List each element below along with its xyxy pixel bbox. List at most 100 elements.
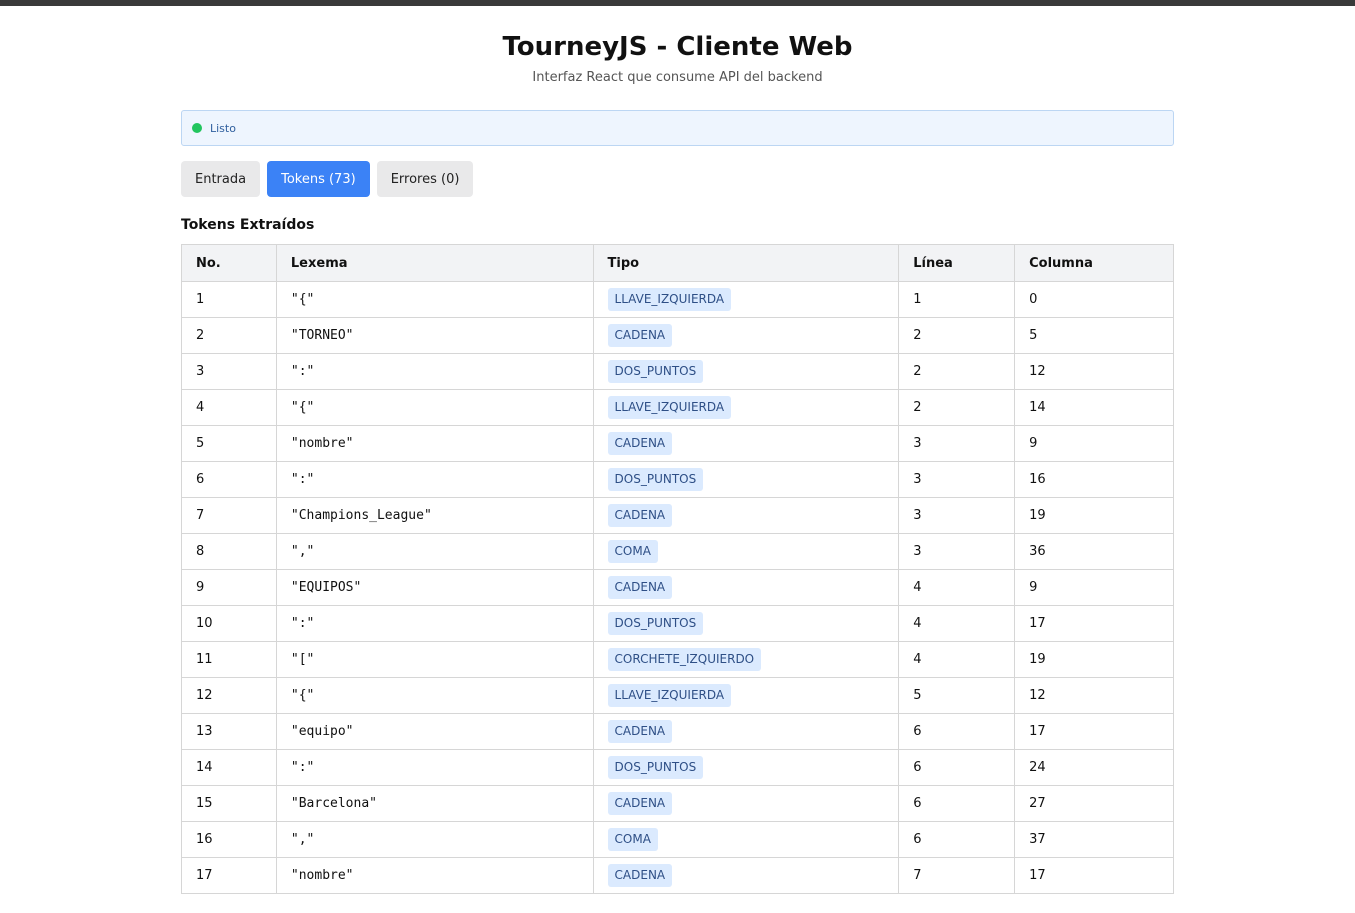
token-type-badge: CADENA — [607, 432, 673, 455]
cell-linea: 5 — [898, 677, 1016, 714]
cell-tipo: CADENA — [592, 497, 900, 534]
cell-columna: 17 — [1014, 605, 1174, 642]
token-type-badge: CADENA — [607, 576, 673, 599]
cell-columna: 12 — [1014, 353, 1174, 390]
table-row: 11 "[" CORCHETE_IZQUIERDO 4 19 — [181, 641, 1174, 678]
cell-linea: 3 — [898, 425, 1016, 462]
cell-tipo: COMA — [592, 821, 900, 858]
cell-tipo: CADENA — [592, 569, 900, 606]
cell-no: 7 — [181, 497, 277, 534]
token-type-badge: LLAVE_IZQUIERDA — [607, 684, 732, 707]
cell-no: 3 — [181, 353, 277, 390]
cell-lexema: "Champions_League" — [275, 497, 594, 534]
column-header-lexema: Lexema — [275, 244, 594, 282]
cell-lexema: "nombre" — [275, 425, 594, 462]
cell-linea: 2 — [898, 389, 1016, 426]
page-subtitle: Interfaz React que consume API del backe… — [532, 70, 823, 85]
cell-columna: 9 — [1014, 425, 1174, 462]
cell-lexema: "equipo" — [275, 713, 594, 750]
cell-no: 14 — [181, 749, 277, 786]
cell-no: 11 — [181, 641, 277, 678]
cell-columna: 5 — [1014, 317, 1174, 354]
token-type-badge: COMA — [607, 828, 658, 851]
column-header-no: No. — [181, 244, 277, 282]
cell-no: 1 — [181, 281, 277, 318]
cell-columna: 24 — [1014, 749, 1174, 786]
table-row: 12 "{" LLAVE_IZQUIERDA 5 12 — [181, 677, 1174, 714]
cell-no: 5 — [181, 425, 277, 462]
cell-tipo: DOS_PUNTOS — [592, 353, 900, 390]
cell-tipo: CADENA — [592, 857, 900, 894]
cell-tipo: CORCHETE_IZQUIERDO — [592, 641, 900, 678]
column-header-linea: Línea — [898, 244, 1016, 282]
app-container: TourneyJS - Cliente Web Interfaz React q… — [181, 6, 1174, 894]
page-title: TourneyJS - Cliente Web — [502, 32, 853, 62]
cell-columna: 14 — [1014, 389, 1174, 426]
cell-columna: 17 — [1014, 713, 1174, 750]
cell-lexema: "," — [275, 821, 594, 858]
cell-tipo: LLAVE_IZQUIERDA — [592, 281, 900, 318]
tab-errores[interactable]: Errores (0) — [376, 161, 474, 197]
status-bar: Listo — [181, 110, 1174, 146]
tab-tokens[interactable]: Tokens (73) — [267, 161, 370, 197]
cell-no: 6 — [181, 461, 277, 498]
column-header-tipo: Tipo — [592, 244, 900, 282]
section-title: Tokens Extraídos — [181, 217, 315, 233]
token-type-badge: CADENA — [607, 792, 673, 815]
table-row: 7 "Champions_League" CADENA 3 19 — [181, 497, 1174, 534]
cell-linea: 4 — [898, 605, 1016, 642]
table-row: 2 "TORNEO" CADENA 2 5 — [181, 317, 1174, 354]
table-row: 5 "nombre" CADENA 3 9 — [181, 425, 1174, 462]
cell-no: 4 — [181, 389, 277, 426]
cell-lexema: "EQUIPOS" — [275, 569, 594, 606]
cell-linea: 2 — [898, 353, 1016, 390]
cell-tipo: CADENA — [592, 425, 900, 462]
cell-columna: 36 — [1014, 533, 1174, 570]
cell-lexema: ":" — [275, 353, 594, 390]
token-type-badge: CADENA — [607, 324, 673, 347]
cell-no: 17 — [181, 857, 277, 894]
cell-tipo: CADENA — [592, 713, 900, 750]
token-type-badge: COMA — [607, 540, 658, 563]
cell-lexema: "nombre" — [275, 857, 594, 894]
cell-no: 2 — [181, 317, 277, 354]
cell-tipo: DOS_PUNTOS — [592, 749, 900, 786]
cell-tipo: LLAVE_IZQUIERDA — [592, 389, 900, 426]
cell-no: 8 — [181, 533, 277, 570]
status-dot-icon — [192, 123, 202, 133]
token-type-badge: LLAVE_IZQUIERDA — [607, 288, 732, 311]
table-row: 14 ":" DOS_PUNTOS 6 24 — [181, 749, 1174, 786]
cell-no: 10 — [181, 605, 277, 642]
table-row: 8 "," COMA 3 36 — [181, 533, 1174, 570]
cell-no: 16 — [181, 821, 277, 858]
cell-lexema: ":" — [275, 461, 594, 498]
column-header-columna: Columna — [1014, 244, 1174, 282]
tokens-table: No. Lexema Tipo Línea Columna 1 "{" LLAVE_… — [181, 244, 1174, 894]
cell-linea: 7 — [898, 857, 1016, 894]
tab-bar: Entrada Tokens (73) Errores (0) — [181, 161, 1174, 197]
cell-lexema: ":" — [275, 605, 594, 642]
token-type-badge: DOS_PUNTOS — [607, 468, 704, 491]
cell-linea: 4 — [898, 641, 1016, 678]
token-type-badge: DOS_PUNTOS — [607, 612, 704, 635]
cell-columna: 0 — [1014, 281, 1174, 318]
cell-tipo: DOS_PUNTOS — [592, 605, 900, 642]
table-row: 3 ":" DOS_PUNTOS 2 12 — [181, 353, 1174, 390]
cell-no: 12 — [181, 677, 277, 714]
table-row: 6 ":" DOS_PUNTOS 3 16 — [181, 461, 1174, 498]
cell-columna: 16 — [1014, 461, 1174, 498]
token-type-badge: CADENA — [607, 864, 673, 887]
token-type-badge: CADENA — [607, 720, 673, 743]
cell-linea: 1 — [898, 281, 1016, 318]
table-row: 15 "Barcelona" CADENA 6 27 — [181, 785, 1174, 822]
cell-tipo: CADENA — [592, 317, 900, 354]
table-row: 16 "," COMA 6 37 — [181, 821, 1174, 858]
cell-linea: 3 — [898, 533, 1016, 570]
cell-linea: 3 — [898, 497, 1016, 534]
tab-entrada[interactable]: Entrada — [181, 161, 261, 197]
cell-linea: 6 — [898, 713, 1016, 750]
token-type-badge: CADENA — [607, 504, 673, 527]
cell-columna: 9 — [1014, 569, 1174, 606]
cell-linea: 6 — [898, 785, 1016, 822]
token-type-badge: DOS_PUNTOS — [607, 360, 704, 383]
